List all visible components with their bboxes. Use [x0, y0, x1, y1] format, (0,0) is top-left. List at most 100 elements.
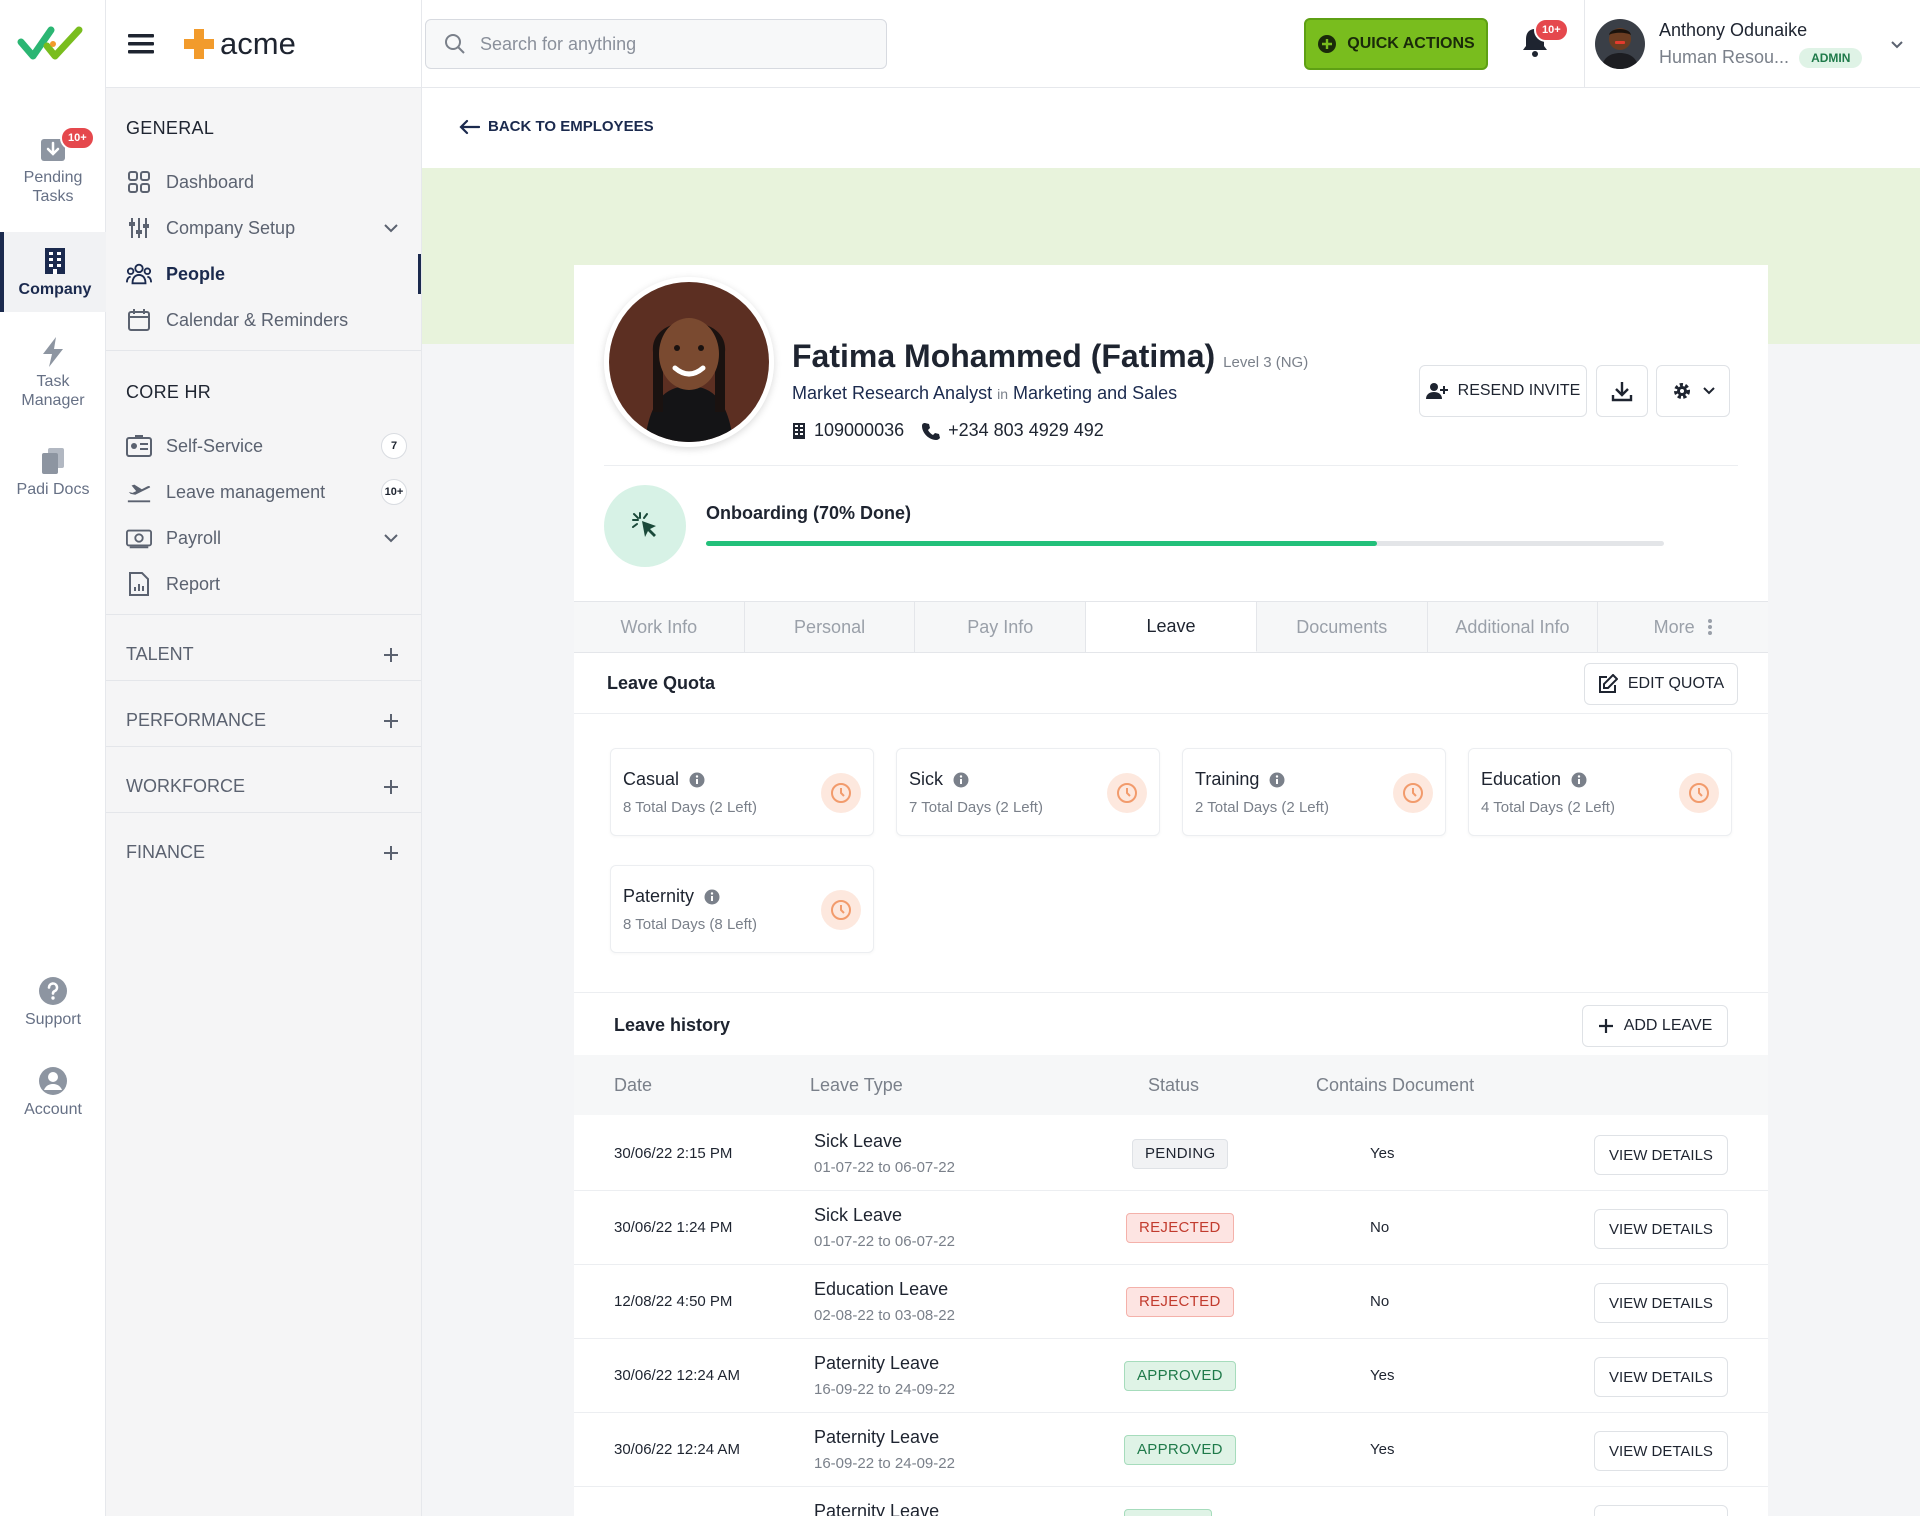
info-icon[interactable] — [704, 889, 720, 905]
sidebar-item-report[interactable]: Report — [126, 564, 421, 604]
arrow-left-icon — [459, 119, 480, 134]
employee-name: Fatima Mohammed (Fatima) — [792, 338, 1216, 374]
employee-id: 109000036 — [814, 420, 905, 440]
hamburger-menu-icon[interactable] — [126, 32, 156, 56]
chevron-down-icon — [384, 534, 398, 543]
role-in-word: in — [997, 386, 1009, 402]
tab-documents[interactable]: Documents — [1257, 602, 1428, 652]
tab-more[interactable]: More — [1598, 602, 1768, 652]
employee-photo — [604, 277, 774, 447]
quota-name: Sick — [909, 769, 944, 789]
employee-job-title: Market Research Analyst — [792, 383, 993, 403]
quota-detail: 4 Total Days (2 Left) — [1481, 799, 1615, 816]
quick-actions-button[interactable]: QUICK ACTIONS — [1304, 18, 1488, 70]
sidebar-group-workforce[interactable]: WORKFORCE — [126, 776, 399, 797]
add-leave-button[interactable]: ADD LEAVE — [1582, 1005, 1728, 1047]
view-details-button[interactable]: VIEW DETAILS — [1594, 1283, 1728, 1323]
search-input[interactable] — [480, 33, 860, 55]
rail-padi-docs[interactable]: Padi Docs — [0, 446, 106, 499]
leave-history-table-header: Date Leave Type Status Contains Document — [574, 1055, 1768, 1115]
sidebar: acme GENERAL Dashboard Company Setup Peo… — [106, 0, 422, 1516]
quota-name: Education — [1481, 769, 1562, 789]
tab-label: Work Info — [620, 616, 698, 637]
general-section-title: GENERAL — [126, 118, 215, 138]
quota-clock-badge — [821, 773, 861, 813]
profile-tabs: Work Info Personal Pay Info Leave Docume… — [574, 601, 1768, 653]
gear-icon — [1674, 383, 1690, 399]
rail-task-manager[interactable]: Task Manager — [0, 336, 106, 410]
user-menu[interactable]: Anthony Odunaike Human Resou... ADMIN — [1584, 0, 1920, 88]
tab-leave[interactable]: Leave — [1086, 602, 1257, 652]
rail-pending-tasks[interactable]: 10+ Pending Tasks — [0, 126, 106, 206]
view-details-button[interactable]: VIEW DETAILS — [1594, 1209, 1728, 1249]
quota-detail: 8 Total Days (8 Left) — [623, 916, 757, 933]
quota-card-training[interactable]: Training 2 Total Days (2 Left) — [1182, 748, 1446, 836]
tab-pay-info[interactable]: Pay Info — [915, 602, 1087, 652]
download-button[interactable] — [1596, 365, 1648, 417]
info-icon[interactable] — [953, 772, 969, 788]
quota-detail: 2 Total Days (2 Left) — [1195, 799, 1329, 816]
info-icon[interactable] — [689, 772, 705, 788]
sidebar-item-self-service[interactable]: Self-Service 7 — [126, 426, 421, 466]
building-icon — [45, 248, 65, 274]
tab-additional-info[interactable]: Additional Info — [1428, 602, 1599, 652]
resend-invite-button[interactable]: RESEND INVITE — [1419, 365, 1587, 417]
sidebar-item-label: Leave management — [166, 481, 326, 502]
sidebar-item-company-setup[interactable]: Company Setup — [126, 208, 421, 248]
edit-quota-button[interactable]: EDIT QUOTA — [1584, 663, 1738, 705]
rail-account[interactable]: Account — [0, 1066, 106, 1119]
view-details-button[interactable] — [1594, 1505, 1728, 1516]
column-header-leave-type: Leave Type — [810, 1075, 903, 1095]
sidebar-group-finance[interactable]: FINANCE — [126, 842, 399, 863]
rail-support[interactable]: Support — [0, 976, 106, 1029]
status-badge: APPROVED — [1124, 1361, 1236, 1391]
plus-icon — [384, 779, 398, 794]
back-to-employees-link[interactable]: BACK TO EMPLOYEES — [458, 118, 654, 135]
row-date: 30/06/22 12:24 AM — [614, 1367, 740, 1384]
add-leave-label: ADD LEAVE — [1623, 1017, 1713, 1034]
company-brand[interactable]: acme — [182, 26, 296, 62]
app-logo[interactable] — [0, 0, 105, 88]
view-details-button[interactable]: VIEW DETAILS — [1594, 1135, 1728, 1175]
kebab-menu-icon — [1707, 619, 1712, 635]
employee-level: Level 3 (NG) — [1223, 354, 1309, 371]
edit-pencil-icon — [1598, 674, 1618, 693]
user-name: Anthony Odunaike — [1659, 20, 1808, 40]
user-plus-icon — [1425, 383, 1448, 399]
quota-card-casual[interactable]: Casual 8 Total Days (2 Left) — [610, 748, 874, 836]
chevron-down-icon — [384, 224, 398, 233]
info-icon[interactable] — [1269, 772, 1285, 788]
resend-invite-label: RESEND INVITE — [1457, 382, 1581, 399]
quota-card-sick[interactable]: Sick 7 Total Days (2 Left) — [896, 748, 1160, 836]
sidebar-item-people[interactable]: People — [126, 254, 421, 294]
tab-label: Additional Info — [1455, 616, 1570, 637]
notifications-button[interactable]: 10+ — [1520, 18, 1569, 58]
row-leave-type: Paternity Leave — [814, 1501, 940, 1516]
quota-card-education[interactable]: Education 4 Total Days (2 Left) — [1468, 748, 1732, 836]
info-icon[interactable] — [1571, 772, 1587, 788]
view-details-button[interactable]: VIEW DETAILS — [1594, 1431, 1728, 1471]
status-badge: PENDING — [1132, 1139, 1229, 1169]
sidebar-group-performance[interactable]: PERFORMANCE — [126, 710, 399, 731]
table-row: 30/06/22 12:24 AM Paternity Leave 16-09-… — [574, 1413, 1768, 1487]
quota-name: Paternity — [623, 886, 695, 906]
sidebar-group-talent[interactable]: TALENT — [126, 644, 399, 665]
row-contains-document: Yes — [1370, 1145, 1395, 1162]
tab-work-info[interactable]: Work Info — [574, 602, 745, 652]
sidebar-item-dashboard[interactable]: Dashboard — [126, 162, 421, 202]
row-date-range: 02-08-22 to 03-08-22 — [814, 1307, 955, 1324]
sidebar-item-payroll[interactable]: Payroll — [126, 518, 421, 558]
rail-company[interactable]: Company — [0, 232, 106, 312]
quota-name: Casual — [623, 769, 680, 789]
status-badge — [1124, 1509, 1212, 1516]
sidebar-item-label: People — [166, 263, 226, 284]
tab-personal[interactable]: Personal — [745, 602, 916, 652]
settings-dropdown-button[interactable] — [1656, 365, 1730, 417]
user-role-row: Human Resou... ADMIN — [1659, 47, 1863, 68]
quota-card-paternity[interactable]: Paternity 8 Total Days (8 Left) — [610, 865, 874, 953]
view-details-button[interactable]: VIEW DETAILS — [1594, 1357, 1728, 1397]
airplane-departure-icon — [127, 484, 151, 503]
sidebar-item-leave-management[interactable]: Leave management 10+ — [126, 472, 421, 512]
employee-portrait-illustration-icon — [609, 282, 769, 442]
sidebar-item-calendar[interactable]: Calendar & Reminders — [126, 300, 421, 340]
